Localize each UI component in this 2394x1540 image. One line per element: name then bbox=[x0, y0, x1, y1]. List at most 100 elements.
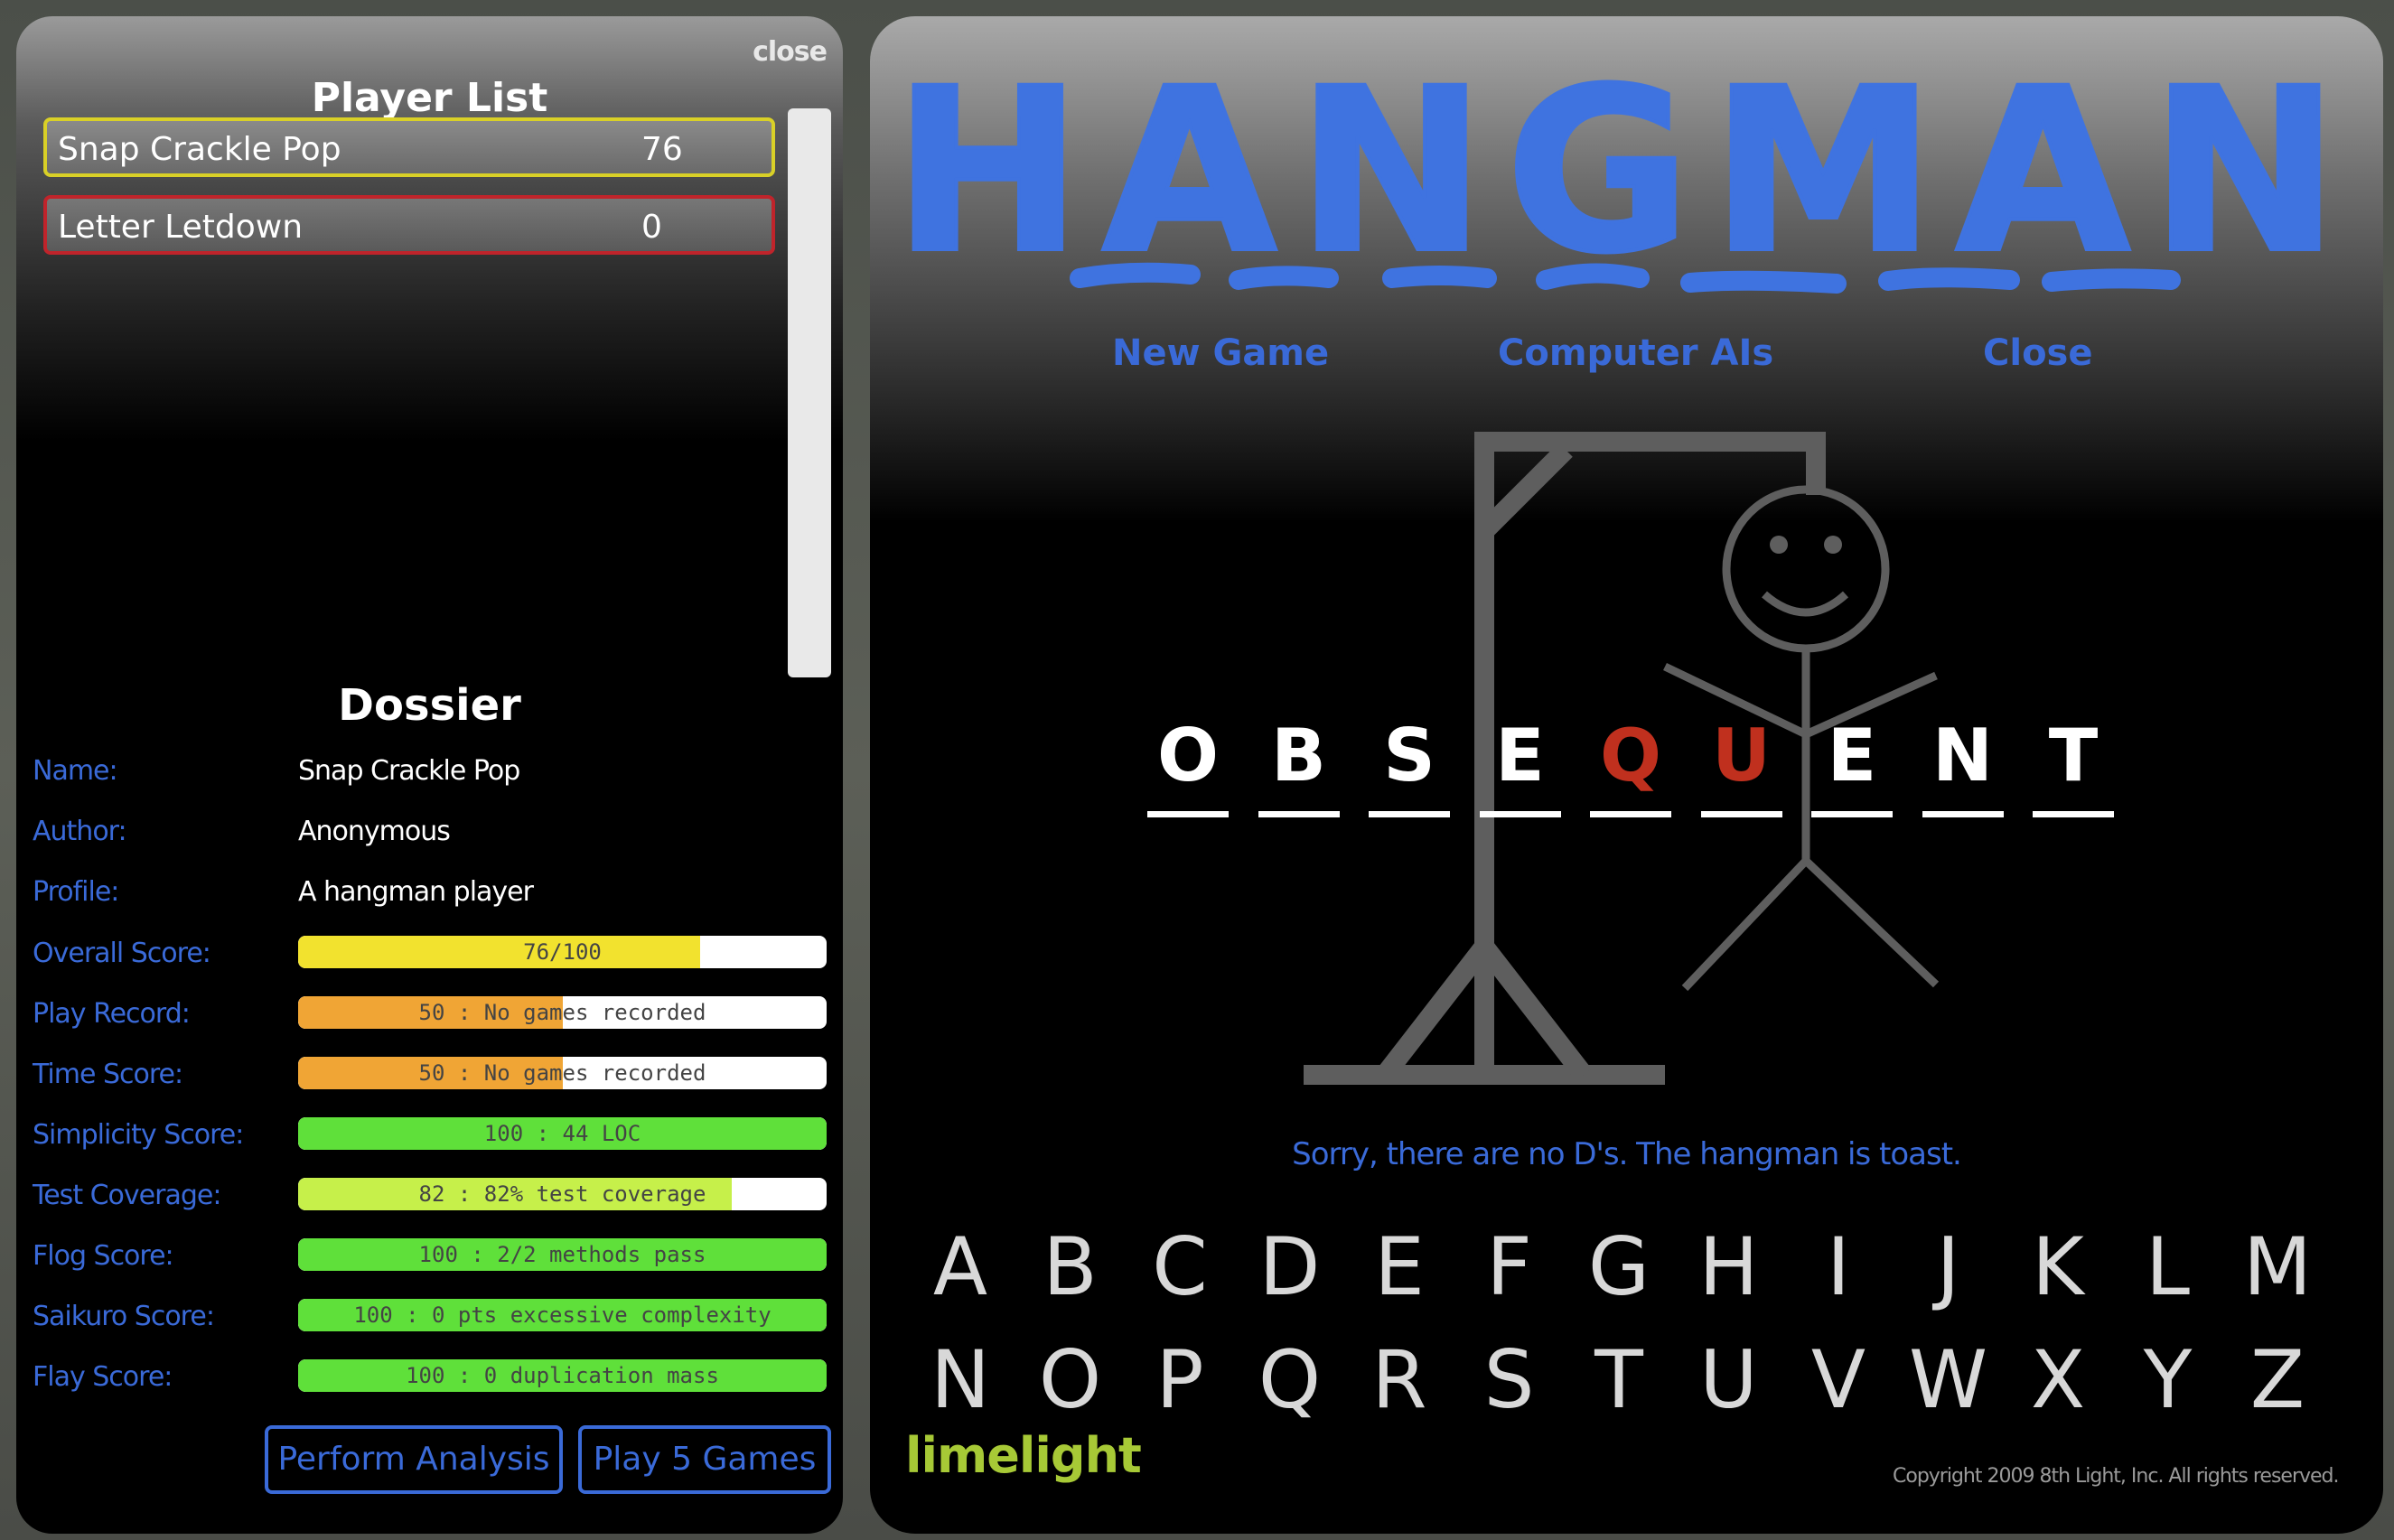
letter-key-w[interactable]: W bbox=[1899, 1330, 1998, 1430]
author-label: Author: bbox=[33, 816, 127, 847]
score-bar-text: 100 : 0 duplication mass bbox=[406, 1363, 719, 1388]
score-bar: 100 : 44 LOC bbox=[298, 1117, 827, 1150]
player-row-selected[interactable]: Snap Crackle Pop 76 bbox=[43, 117, 775, 177]
letter-key-i[interactable]: I bbox=[1789, 1218, 1888, 1317]
score-label: Test Coverage: bbox=[33, 1180, 221, 1211]
word-slot: S bbox=[1369, 714, 1450, 817]
score-bar: 100 : 0 duplication mass bbox=[298, 1359, 827, 1392]
letter-key-a[interactable]: A bbox=[911, 1218, 1010, 1317]
status-message: Sorry, there are no D's. The hangman is … bbox=[1292, 1136, 1962, 1172]
word-letter: T bbox=[2048, 714, 2099, 798]
score-bar: 82 : 82% test coverage bbox=[298, 1178, 827, 1210]
letter-key-f[interactable]: F bbox=[1460, 1218, 1559, 1317]
player-list-title: Player List bbox=[311, 75, 548, 121]
letter-underline bbox=[1922, 811, 2004, 817]
score-bar: 76/100 bbox=[298, 936, 827, 968]
letter-underline bbox=[1258, 811, 1340, 817]
score-bar-text: 50 : No games recorded bbox=[418, 1060, 706, 1086]
score-bar-text: 50 : No games recorded bbox=[418, 1000, 706, 1025]
letter-key-q[interactable]: Q bbox=[1240, 1330, 1340, 1430]
score-bar-text: 100 : 0 pts excessive complexity bbox=[353, 1302, 772, 1328]
word-slot-missed: Q bbox=[1590, 714, 1671, 817]
word-slot: O bbox=[1147, 714, 1229, 817]
play-games-button[interactable]: Play 5 Games bbox=[578, 1425, 831, 1494]
hangman-panel: HANGMAN New Game Computer AIs Close O B … bbox=[870, 16, 2383, 1534]
player-name: Snap Crackle Pop bbox=[58, 131, 341, 168]
letter-key-h[interactable]: H bbox=[1679, 1218, 1779, 1317]
dossier-title: Dossier bbox=[338, 680, 521, 731]
letter-key-k[interactable]: K bbox=[2008, 1218, 2108, 1317]
word-letter: N bbox=[1932, 714, 1993, 798]
score-label: Simplicity Score: bbox=[33, 1119, 244, 1151]
score-label: Flay Score: bbox=[33, 1361, 173, 1393]
score-label: Time Score: bbox=[33, 1059, 183, 1090]
score-bar: 50 : No games recorded bbox=[298, 1057, 827, 1089]
word-slot: E bbox=[1479, 714, 1561, 817]
word-letter: Q bbox=[1599, 714, 1661, 798]
letter-underline bbox=[2033, 811, 2114, 817]
perform-analysis-button[interactable]: Perform Analysis bbox=[265, 1425, 563, 1494]
author-value: Anonymous bbox=[298, 816, 451, 847]
player-list-scrollbar[interactable] bbox=[788, 108, 831, 677]
gallows-drawing bbox=[1304, 432, 1940, 1085]
letter-key-b[interactable]: B bbox=[1021, 1218, 1120, 1317]
letter-key-e[interactable]: E bbox=[1350, 1218, 1449, 1317]
letter-key-x[interactable]: X bbox=[2008, 1330, 2108, 1430]
letter-key-g[interactable]: G bbox=[1569, 1218, 1669, 1317]
panel-close-link[interactable]: close bbox=[753, 36, 828, 68]
copyright-text: Copyright 2009 8th Light, Inc. All right… bbox=[1893, 1465, 2339, 1488]
letter-key-r[interactable]: R bbox=[1350, 1330, 1449, 1430]
word-letter: E bbox=[1827, 714, 1877, 798]
letter-key-d[interactable]: D bbox=[1240, 1218, 1340, 1317]
score-bar-text: 82 : 82% test coverage bbox=[418, 1181, 706, 1207]
letter-key-c[interactable]: C bbox=[1130, 1218, 1230, 1317]
letter-key-o[interactable]: O bbox=[1021, 1330, 1120, 1430]
letter-key-v[interactable]: V bbox=[1789, 1330, 1888, 1430]
profile-label: Profile: bbox=[33, 876, 119, 908]
word-letter: S bbox=[1383, 714, 1435, 798]
letter-key-z[interactable]: Z bbox=[2228, 1330, 2327, 1430]
word-slot-missed: U bbox=[1700, 714, 1782, 817]
word-slot: E bbox=[1811, 714, 1893, 817]
score-bar-text: 100 : 44 LOC bbox=[483, 1121, 641, 1146]
score-label: Overall Score: bbox=[33, 938, 211, 969]
letter-underline bbox=[1479, 811, 1561, 817]
letter-key-s[interactable]: S bbox=[1460, 1330, 1559, 1430]
player-row[interactable]: Letter Letdown 0 bbox=[43, 195, 775, 255]
letter-key-t[interactable]: T bbox=[1569, 1330, 1669, 1430]
letter-underline bbox=[1147, 811, 1229, 817]
letter-key-p[interactable]: P bbox=[1130, 1330, 1230, 1430]
letter-key-j[interactable]: J bbox=[1899, 1218, 1998, 1317]
word-slot: N bbox=[1922, 714, 2004, 817]
letter-underline bbox=[1700, 811, 1782, 817]
name-value: Snap Crackle Pop bbox=[298, 755, 520, 787]
word-letter: B bbox=[1271, 714, 1326, 798]
score-bar: 100 : 0 pts excessive complexity bbox=[298, 1299, 827, 1331]
score-bar-text: 100 : 2/2 methods pass bbox=[418, 1242, 706, 1267]
player-name: Letter Letdown bbox=[58, 209, 304, 246]
letter-key-m[interactable]: M bbox=[2228, 1218, 2327, 1317]
profile-value: A hangman player bbox=[298, 876, 534, 908]
player-panel: close Player List Snap Crackle Pop 76 Le… bbox=[16, 16, 843, 1534]
word-letter: U bbox=[1712, 714, 1771, 798]
figure-eyes bbox=[1770, 536, 1842, 554]
score-bar: 100 : 2/2 methods pass bbox=[298, 1238, 827, 1271]
letter-key-n[interactable]: N bbox=[911, 1330, 1010, 1430]
player-score: 76 bbox=[641, 131, 683, 168]
player-score: 0 bbox=[641, 209, 662, 246]
letter-key-u[interactable]: U bbox=[1679, 1330, 1779, 1430]
letter-underline bbox=[1369, 811, 1450, 817]
word-letter: E bbox=[1495, 714, 1545, 798]
letter-underline bbox=[1590, 811, 1671, 817]
letter-key-y[interactable]: Y bbox=[2118, 1330, 2218, 1430]
letter-key-l[interactable]: L bbox=[2118, 1218, 2218, 1317]
word-slot: B bbox=[1258, 714, 1340, 817]
score-label: Saikuro Score: bbox=[33, 1301, 215, 1332]
letter-underline bbox=[1811, 811, 1893, 817]
score-bar-text: 76/100 bbox=[523, 939, 602, 965]
score-label: Flog Score: bbox=[33, 1240, 174, 1272]
score-label: Play Record: bbox=[33, 998, 191, 1030]
score-bar: 50 : No games recorded bbox=[298, 996, 827, 1029]
limelight-logo: limelight bbox=[905, 1427, 1142, 1484]
word-slot: T bbox=[2033, 714, 2114, 817]
